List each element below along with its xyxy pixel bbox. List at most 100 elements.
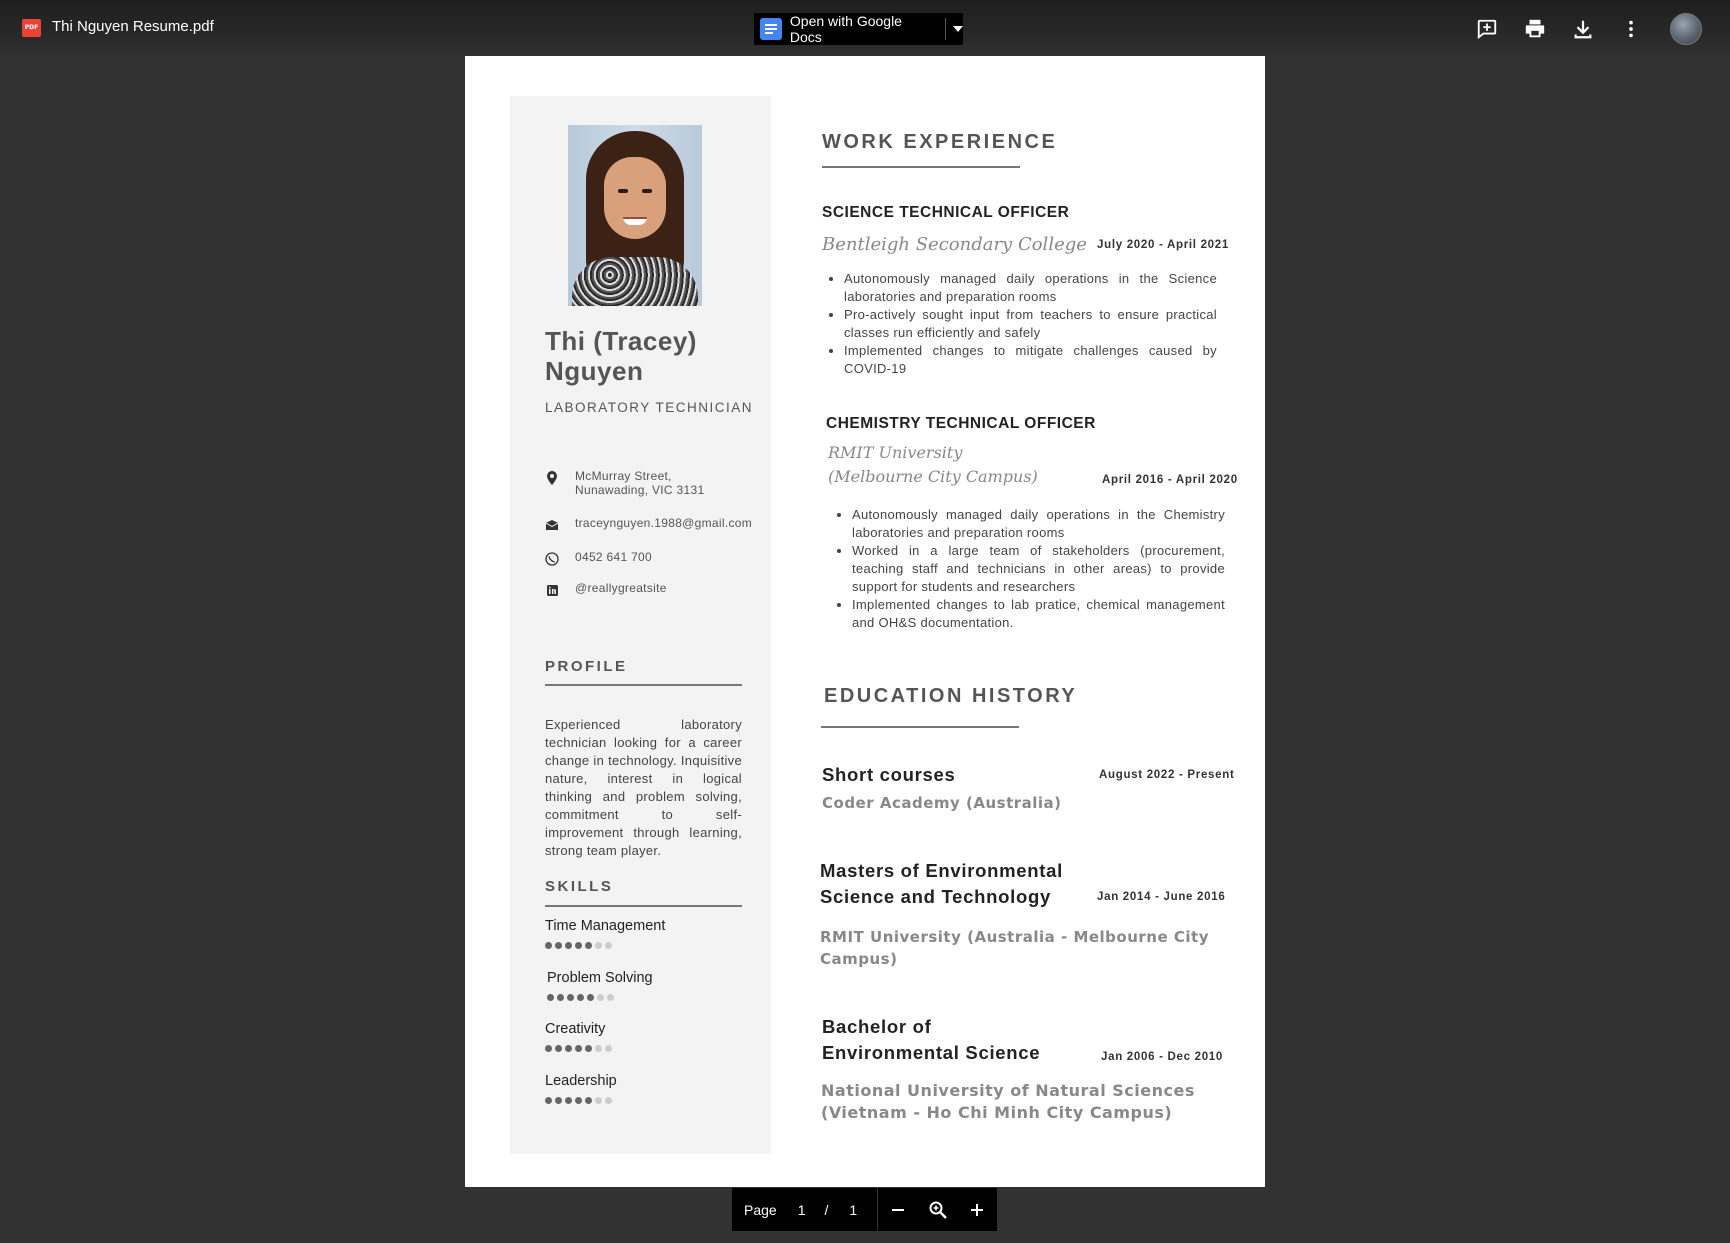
job-organization-line: (Melbourne City Campus) xyxy=(828,467,1038,486)
education-dates: August 2022 - Present xyxy=(1099,769,1235,781)
job-bullet: Worked in a large team of stakeholders (… xyxy=(852,542,1225,596)
job-dates: July 2020 - April 2021 xyxy=(1097,239,1229,251)
education-institution-line: Campus) xyxy=(820,950,898,968)
print-button[interactable] xyxy=(1522,16,1548,42)
phone-icon xyxy=(545,552,559,566)
name-line-2: Nguyen xyxy=(545,356,644,386)
open-with-divider xyxy=(945,18,946,40)
page-label: Page xyxy=(744,1201,777,1218)
education-heading-rule xyxy=(821,726,1019,728)
education-heading: EDUCATION HISTORY xyxy=(824,685,1078,707)
print-icon xyxy=(1525,19,1545,38)
job-bullet: Implemented changes to mitigate challeng… xyxy=(844,342,1217,378)
open-with-button[interactable]: Open with Google Docs xyxy=(754,13,963,45)
job-organization: Bentleigh Secondary College xyxy=(822,234,1087,255)
rating-dot xyxy=(567,994,574,1001)
education-title: Bachelor of Environmental Science xyxy=(822,1014,1040,1066)
rating-dot xyxy=(605,942,612,949)
education-dates: Jan 2014 - June 2016 xyxy=(1097,891,1226,903)
profile-text: Experienced laboratory technician lookin… xyxy=(545,717,742,858)
profile-heading-rule xyxy=(545,684,742,686)
add-comment-icon xyxy=(1477,19,1497,40)
page-separator: / xyxy=(824,1201,829,1218)
education-title-line: Environmental Science xyxy=(822,1042,1041,1063)
rating-dot xyxy=(577,994,584,1001)
rating-dot xyxy=(565,942,572,949)
pdf-file-icon: PDF xyxy=(22,19,41,37)
rating-dot xyxy=(587,994,594,1001)
rating-dot xyxy=(545,1045,552,1052)
rating-dot xyxy=(575,942,582,949)
rating-dot xyxy=(557,994,564,1001)
skill-name: Creativity xyxy=(545,1021,606,1037)
job-bullet: Autonomously managed daily operations in… xyxy=(844,270,1217,306)
contact-email: traceynguyen.1988@gmail.com xyxy=(545,516,752,532)
education-dates: Jan 2006 - Dec 2010 xyxy=(1101,1051,1223,1063)
zoom-icon xyxy=(929,1201,947,1219)
add-comment-button[interactable] xyxy=(1474,16,1500,42)
resume-sidebar: Thi (Tracey) Nguyen LABORATORY TECHNICIA… xyxy=(510,96,771,1154)
email-text: traceynguyen.1988@gmail.com xyxy=(575,516,753,530)
open-with-label: Open with Google Docs xyxy=(789,13,902,45)
account-avatar[interactable] xyxy=(1670,13,1702,45)
education-institution: RMIT University (Australia - Melbourne C… xyxy=(820,926,1209,970)
job-bullet: Implemented changes to lab pratice, chem… xyxy=(852,596,1225,632)
contact-address: McMurray Street, Nunawading, VIC 3131 xyxy=(545,469,704,497)
education-institution-line: (Vietnam - Ho Chi Minh City Campus) xyxy=(821,1103,1173,1122)
job-bullet: Autonomously managed daily operations in… xyxy=(852,506,1225,542)
profile-photo xyxy=(568,125,702,306)
rating-dot xyxy=(607,994,614,1001)
work-experience-heading: WORK EXPERIENCE xyxy=(822,131,1058,153)
address-line-2: Nunawading, VIC 3131 xyxy=(575,483,705,497)
phone-text: 0452 641 700 xyxy=(575,550,653,564)
skill-rating xyxy=(545,942,612,949)
download-button[interactable] xyxy=(1570,16,1596,42)
job-dates: April 2016 - April 2020 xyxy=(1102,474,1238,486)
zoom-out-icon xyxy=(891,1208,904,1211)
chevron-down-icon[interactable] xyxy=(953,26,963,32)
address-line-1: McMurray Street, xyxy=(575,469,672,483)
skill-name: Time Management xyxy=(545,918,666,934)
viewer-toolbar: PDF Thi Nguyen Resume.pdf Open with Goog… xyxy=(0,0,1730,56)
work-heading-rule xyxy=(822,166,1020,168)
education-institution-line: RMIT University (Australia - Melbourne C… xyxy=(820,928,1209,946)
contact-social: @reallygreatsite xyxy=(545,581,667,597)
job-bullets: Autonomously managed daily operations in… xyxy=(830,506,1225,632)
more-options-button[interactable] xyxy=(1618,16,1644,42)
rating-dot xyxy=(585,942,592,949)
envelope-icon xyxy=(545,518,559,532)
rating-dot xyxy=(575,1045,582,1052)
education-title-line: Science and Technology xyxy=(820,886,1051,907)
education-title: Short courses xyxy=(822,764,956,785)
zoom-in-button[interactable] xyxy=(957,1188,997,1231)
skill-rating xyxy=(545,1097,612,1104)
job-organization-line: RMIT University xyxy=(828,443,963,462)
zoom-button[interactable] xyxy=(918,1188,958,1231)
more-vert-icon xyxy=(1629,20,1633,38)
total-pages: 1 xyxy=(849,1201,858,1218)
education-institution: National University of Natural Sciences … xyxy=(821,1080,1195,1124)
zoom-out-button[interactable] xyxy=(878,1188,918,1231)
google-docs-icon xyxy=(760,18,782,40)
location-pin-icon xyxy=(545,471,559,485)
rating-dot xyxy=(597,994,604,1001)
job-organization: RMIT University (Melbourne City Campus) xyxy=(828,441,1038,489)
rating-dot xyxy=(585,1097,592,1104)
job-title: SCIENCE TECHNICAL OFFICER xyxy=(822,204,1070,221)
candidate-role: LABORATORY TECHNICIAN xyxy=(545,400,754,415)
rating-dot xyxy=(547,994,554,1001)
page-controls: Page 1 / 1 xyxy=(732,1188,997,1231)
current-page-input[interactable]: 1 xyxy=(798,1202,806,1218)
linkedin-icon xyxy=(545,583,559,597)
education-institution-line: National University of Natural Sciences xyxy=(821,1081,1195,1100)
candidate-name: Thi (Tracey) Nguyen xyxy=(545,326,755,386)
rating-dot xyxy=(555,1097,562,1104)
skill-name: Problem Solving xyxy=(547,970,653,986)
rating-dot xyxy=(605,1045,612,1052)
rating-dot xyxy=(605,1097,612,1104)
education-title-line: Bachelor of xyxy=(822,1016,932,1037)
name-line-1: Thi (Tracey) xyxy=(545,326,697,356)
contact-phone: 0452 641 700 xyxy=(545,550,652,566)
rating-dot xyxy=(595,942,602,949)
education-title-line: Masters of Environmental xyxy=(820,860,1063,881)
